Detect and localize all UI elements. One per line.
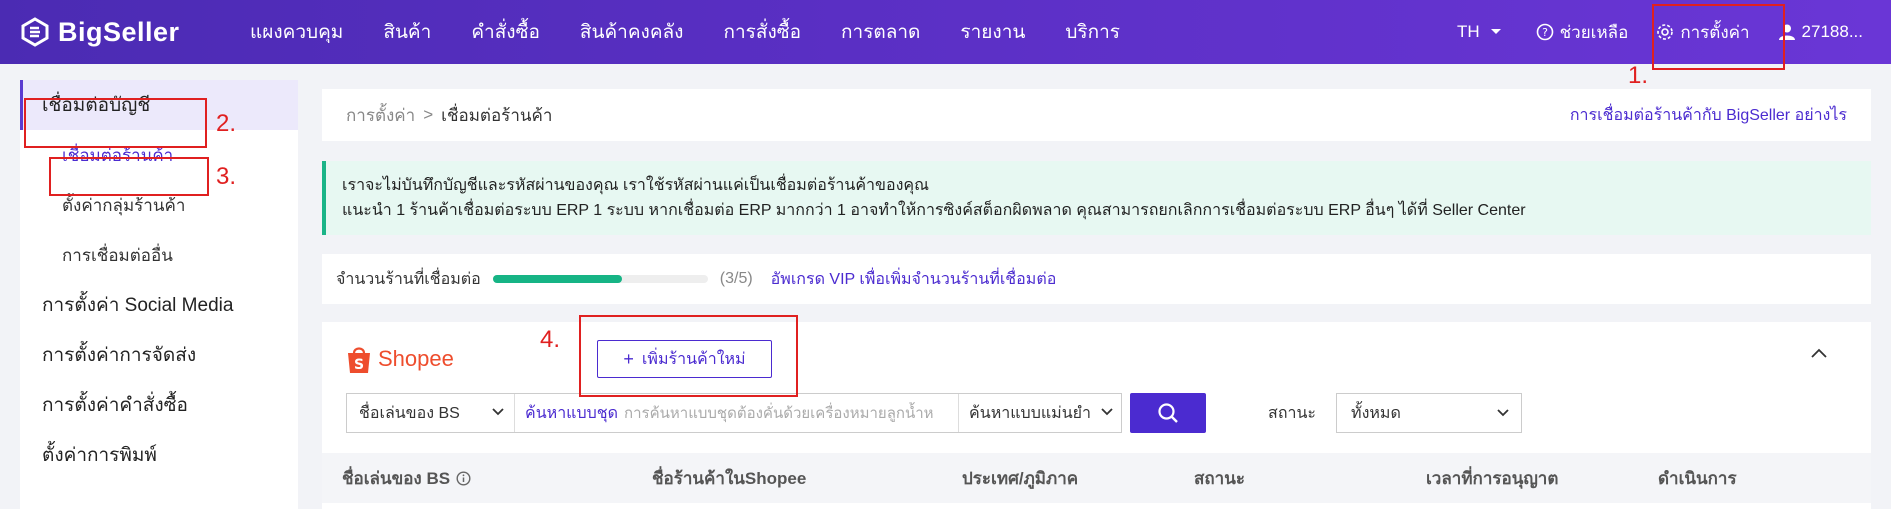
annotation-step-1: 1. bbox=[1628, 62, 1649, 89]
column-header-label: ชื่อเล่นของ BS bbox=[342, 468, 451, 488]
nav-orders[interactable]: คำสั่งซื้อ bbox=[471, 17, 540, 47]
store-count-label: จำนวนร้านที่เชื่อมต่อ bbox=[336, 270, 481, 288]
nav-inventory[interactable]: สินค้าคงคลัง bbox=[580, 17, 684, 47]
annotation-step-4: 4. bbox=[540, 326, 561, 353]
help-label: ช่วยเหลือ bbox=[1559, 22, 1629, 42]
status-filter-select[interactable]: ทั้งหมด bbox=[1336, 393, 1523, 433]
annotation-step-2: 2. bbox=[216, 110, 237, 137]
upgrade-vip-link[interactable]: อัพเกรด VIP เพื่อเพิ่มจำนวนร้านที่เชื่อม… bbox=[771, 267, 1057, 292]
main-nav: แผงควบคุม สินค้า คำสั่งซื้อ สินค้าคงคลัง… bbox=[250, 17, 1160, 47]
search-input[interactable]: การค้นหาแบบชุดต้องคั่นด้วยเครื่องหมายลูก… bbox=[618, 401, 958, 425]
shopee-bag-icon: S bbox=[348, 347, 370, 373]
caret-down-icon bbox=[1490, 29, 1501, 34]
sidebar-group-shipping[interactable]: การตั้งค่าการจัดส่ง bbox=[20, 330, 298, 380]
chevron-down-icon bbox=[1497, 409, 1509, 417]
search-button[interactable] bbox=[1130, 393, 1207, 433]
sidebar-group-social-media[interactable]: การตั้งค่า Social Media bbox=[20, 280, 298, 330]
nav-products[interactable]: สินค้า bbox=[383, 17, 431, 47]
breadcrumb: การตั้งค่า > เชื่อมต่อร้านค้า การเชื่อมต… bbox=[322, 89, 1871, 141]
breadcrumb-settings[interactable]: การตั้งค่า bbox=[346, 102, 415, 129]
search-combo: ชื่อเล่นของ BS ค้นหาแบบชุด การค้นหาแบบชุ… bbox=[346, 393, 1123, 433]
info-icon[interactable] bbox=[456, 470, 471, 486]
annotation-box-account-connection bbox=[24, 98, 207, 148]
store-table-header: ชื่อเล่นของ BS ชื่อร้านค้าในShopee ประเท… bbox=[322, 453, 1871, 503]
nav-purchasing[interactable]: การสั่งซื้อ bbox=[723, 17, 801, 47]
nav-reports[interactable]: รายงาน bbox=[960, 17, 1025, 47]
column-header-country: ประเทศ/ภูมิภาค bbox=[962, 468, 1079, 488]
batch-search-link[interactable]: ค้นหาแบบชุด bbox=[515, 401, 618, 426]
search-field-select[interactable]: ชื่อเล่นของ BS bbox=[347, 394, 515, 432]
nav-marketing[interactable]: การตลาด bbox=[841, 17, 920, 47]
notice-line-2: แนะนำ 1 ร้านค้าเชื่อมต่อระบบ ERP 1 ระบบ … bbox=[342, 202, 1526, 219]
status-filter-value: ทั้งหมด bbox=[1351, 404, 1401, 422]
help-circle-icon: ? bbox=[1536, 23, 1553, 41]
shopee-wordmark: Shopee bbox=[378, 346, 454, 371]
breadcrumb-current: เชื่อมต่อร้านค้า bbox=[441, 105, 553, 125]
bigseller-logo-icon bbox=[21, 17, 49, 47]
breadcrumb-separator: > bbox=[423, 105, 434, 124]
search-toolbar: ชื่อเล่นของ BS ค้นหาแบบชุด การค้นหาแบบชุ… bbox=[346, 393, 1523, 433]
top-navigation-bar: BigSeller แผงควบคุม สินค้า คำสั่งซื้อ สิ… bbox=[0, 0, 1891, 64]
store-count-progress bbox=[492, 275, 708, 283]
store-count-bar: จำนวนร้านที่เชื่อมต่อ (3/5) อัพเกรด VIP … bbox=[322, 254, 1871, 304]
svg-text:?: ? bbox=[1542, 26, 1548, 39]
sidebar-group-order-settings[interactable]: การตั้งค่าคำสั่งซื้อ bbox=[20, 380, 298, 430]
brand-logo[interactable]: BigSeller bbox=[20, 17, 220, 48]
language-selector[interactable]: TH bbox=[1457, 22, 1508, 42]
nav-services[interactable]: บริการ bbox=[1065, 17, 1120, 47]
language-label: TH bbox=[1456, 22, 1480, 41]
user-name: 27188... bbox=[1801, 22, 1863, 41]
column-header-auth-time: เวลาที่การอนุญาต bbox=[1426, 468, 1559, 488]
column-header-actions: ดำเนินการ bbox=[1658, 468, 1737, 488]
search-field-value: ชื่อเล่นของ BS bbox=[359, 404, 460, 422]
nav-dashboard[interactable]: แผงควบคุม bbox=[250, 17, 343, 47]
search-icon bbox=[1158, 403, 1178, 423]
annotation-box-connect-store bbox=[49, 157, 209, 196]
column-header-status: สถานะ bbox=[1194, 468, 1245, 488]
svg-text:S: S bbox=[354, 357, 364, 373]
chevron-down-icon bbox=[492, 408, 504, 416]
brand-name: BigSeller bbox=[58, 16, 180, 47]
column-header-shop-name: ชื่อร้านค้าในShopee bbox=[652, 468, 807, 488]
match-mode-value: ค้นหาแบบแม่นยำ bbox=[969, 404, 1091, 422]
status-filter-label: สถานะ bbox=[1268, 404, 1317, 422]
user-menu[interactable]: 27188... bbox=[1778, 22, 1863, 42]
column-header-bs-nickname: ชื่อเล่นของ BS bbox=[342, 465, 471, 492]
shopee-logo: S Shopee bbox=[346, 344, 454, 374]
annotation-box-add-store bbox=[579, 315, 798, 397]
annotation-box-settings bbox=[1652, 4, 1785, 70]
annotation-step-3: 3. bbox=[216, 163, 237, 190]
notice-line-1: เราจะไม่บันทึกบัญชีและรหัสผ่านของคุณ เรา… bbox=[342, 177, 929, 194]
chevron-down-icon bbox=[1101, 408, 1113, 416]
info-notice: เราจะไม่บันทึกบัญชีและรหัสผ่านของคุณ เรา… bbox=[322, 161, 1871, 235]
chevron-up-icon[interactable] bbox=[1811, 348, 1827, 358]
help-menu[interactable]: ? ช่วยเหลือ bbox=[1536, 19, 1629, 46]
store-count-value: (3/5) bbox=[719, 270, 753, 287]
store-count-progress-fill bbox=[492, 275, 622, 283]
sidebar-group-print-settings[interactable]: ตั้งค่าการพิมพ์ bbox=[20, 430, 298, 480]
sidebar-item-other-connections[interactable]: การเชื่อมต่ออื่น bbox=[20, 230, 298, 280]
match-mode-select[interactable]: ค้นหาแบบแม่นยำ bbox=[958, 394, 1121, 432]
how-to-connect-link[interactable]: การเชื่อมต่อร้านค้ากับ BigSeller อย่างไร bbox=[1570, 103, 1847, 128]
